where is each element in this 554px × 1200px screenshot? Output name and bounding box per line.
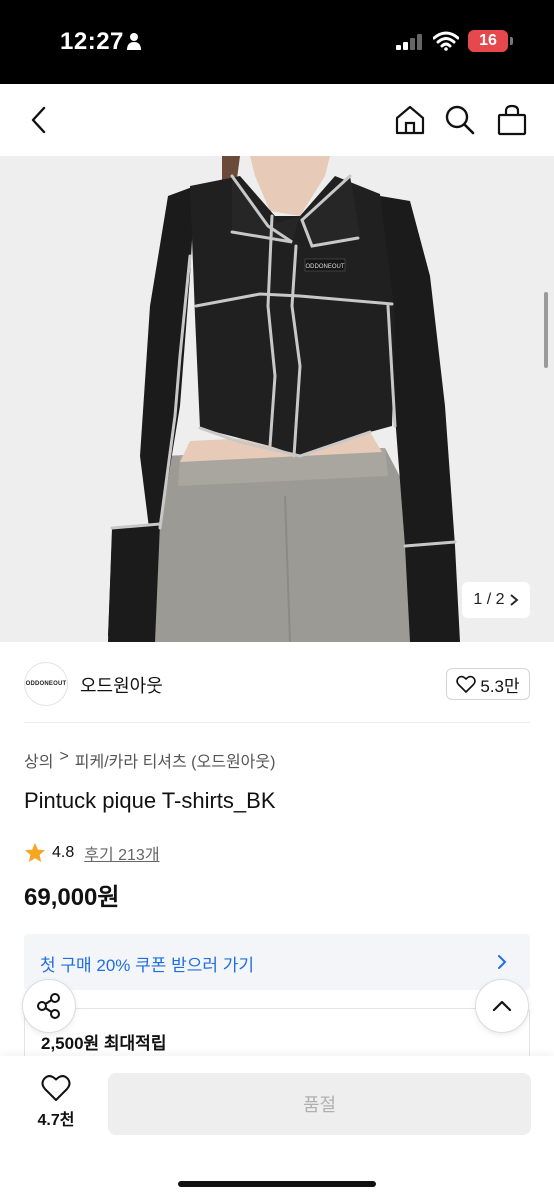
scroll-to-top-button[interactable] (475, 979, 529, 1033)
product-title: Pintuck pique T-shirts_BK (24, 788, 276, 813)
sold-out-button[interactable]: 품절 (108, 1073, 531, 1135)
home-indicator (178, 1181, 376, 1187)
product-photo: ODDONEOUT (0, 156, 554, 642)
brand-row[interactable]: ODDONEOUT 오드원아웃 5.3만 (0, 658, 554, 722)
wishlist-count: 4.7천 (37, 1112, 75, 1129)
brand-name[interactable]: 오드원아웃 (80, 672, 163, 698)
chevron-up-icon (492, 1000, 512, 1012)
brand-like-count: 5.3만 (480, 676, 520, 696)
heart-icon (41, 1075, 71, 1101)
share-icon (37, 993, 60, 1019)
product-image[interactable]: ODDONEOUT 1 / 2 (0, 156, 554, 642)
wishlist-button[interactable]: 4.7천 (24, 1074, 88, 1138)
image-counter[interactable]: 1 / 2 (462, 582, 530, 618)
divider (24, 722, 530, 723)
coupon-text: 첫 구매 20% 쿠폰 받으러 가기 (40, 956, 255, 975)
battery-indicator: 16 (468, 30, 508, 52)
person-icon (127, 33, 141, 50)
home-icon[interactable] (392, 102, 428, 138)
price: 69,000원 (24, 884, 120, 911)
bottom-bar: 4.7천 품절 (0, 1056, 554, 1200)
breadcrumb[interactable]: 상의 > 피케/카라 티셔츠 (오드원아웃) (24, 748, 275, 772)
search-icon[interactable] (442, 102, 478, 138)
wifi-icon (433, 31, 459, 51)
review-count-link[interactable]: 후기 213개 (84, 841, 159, 865)
heart-icon (456, 675, 477, 693)
share-button[interactable] (22, 979, 76, 1033)
shopping-bag-icon[interactable] (494, 102, 530, 138)
back-icon[interactable] (22, 102, 58, 138)
brand-like-button[interactable]: 5.3만 (446, 668, 530, 700)
garment-label: ODDONEOUT (306, 264, 345, 270)
status-time: 12:27 (60, 28, 124, 55)
scroll-indicator (544, 292, 548, 368)
breadcrumb-subcategory[interactable]: 피케/카라 티셔츠 (오드원아웃) (75, 748, 276, 772)
chevron-right-icon (498, 955, 507, 969)
nav-bar (0, 84, 554, 156)
status-bar: 12:27 16 (0, 0, 554, 84)
points-text: 2,500원 최대적립 (41, 1034, 167, 1053)
star-icon (25, 843, 45, 862)
breadcrumb-category[interactable]: 상의 (24, 748, 53, 772)
signal-icon (396, 34, 422, 50)
rating-value: 4.8 (52, 844, 75, 861)
battery-cap (510, 37, 513, 45)
breadcrumb-separator: > (59, 748, 69, 765)
rating-row: 4.8 후기 213개 (24, 841, 160, 865)
image-counter-text: 1 / 2 (473, 591, 505, 608)
coupon-banner[interactable]: 첫 구매 20% 쿠폰 받으러 가기 (24, 934, 530, 990)
chevron-right-icon (509, 594, 518, 606)
brand-logo[interactable]: ODDONEOUT (24, 662, 68, 706)
